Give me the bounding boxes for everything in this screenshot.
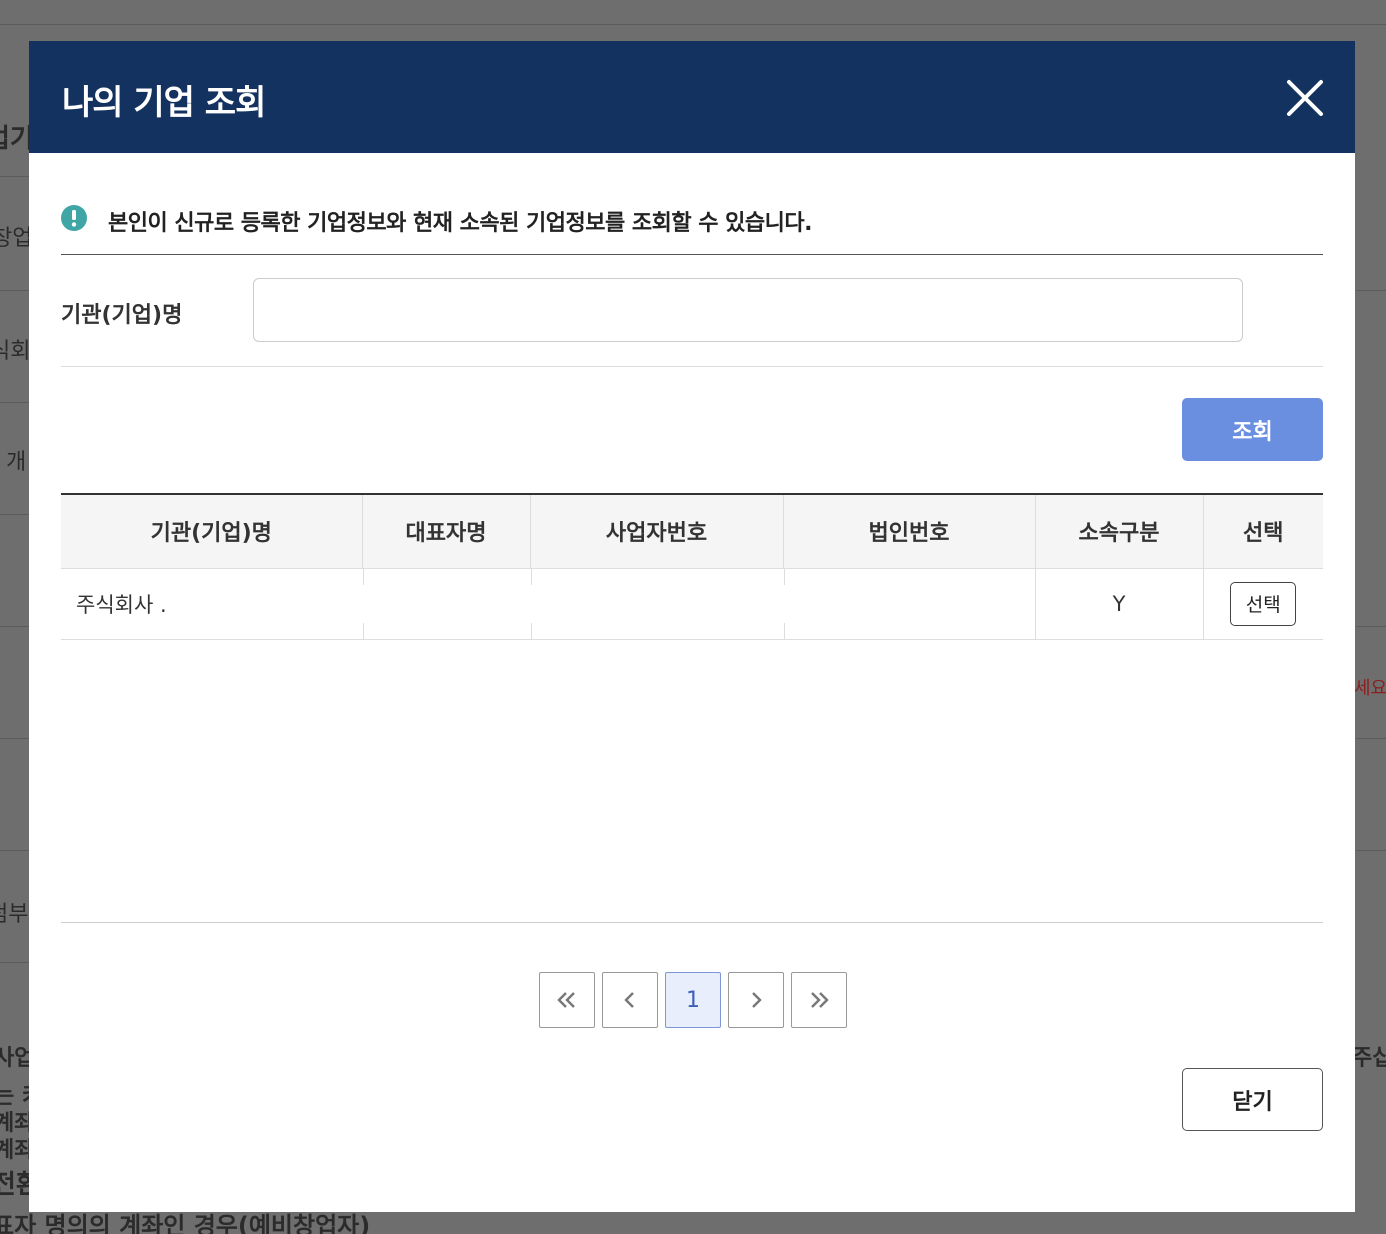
- first-page-icon[interactable]: [539, 972, 595, 1028]
- bg-divider: [1356, 738, 1386, 739]
- bg-divider: [1356, 850, 1386, 851]
- search-row: 기관(기업)명: [61, 255, 1323, 367]
- bg-divider: [0, 176, 30, 177]
- page-number-button[interactable]: 1: [665, 972, 721, 1028]
- cell-affiliation: Y: [1034, 568, 1203, 640]
- bg-divider: [0, 626, 30, 627]
- bg-divider: [0, 962, 30, 963]
- bg-text: 개: [6, 450, 27, 475]
- cell-company-name: 주식회사 .: [61, 568, 362, 640]
- bg-divider: [0, 290, 30, 291]
- pagination: 1: [539, 972, 847, 1028]
- company-table: 기관(기업)명 대표자명 사업자번호 법인번호 소속구분 선택 주식회사 . Y…: [61, 493, 1323, 640]
- bg-divider: [0, 850, 30, 851]
- bg-divider: [0, 402, 30, 403]
- col-header-select: 선택: [1202, 493, 1323, 569]
- close-icon[interactable]: [1285, 78, 1325, 118]
- notice-text: 본인이 신규로 등록한 기업정보와 현재 소속된 기업정보를 조회할 수 있습니…: [108, 211, 812, 236]
- col-header-corp-number: 법인번호: [782, 493, 1035, 569]
- col-header-ceo: 대표자명: [361, 493, 530, 569]
- cell-biz-number: [530, 568, 783, 640]
- last-page-icon[interactable]: [791, 972, 847, 1028]
- company-lookup-modal: 나의 기업 조회 본인이 신규로 등록한 기업정보와 현재 소속된 기업정보를 …: [29, 41, 1355, 1212]
- bg-text: 식회: [0, 339, 31, 364]
- bg-text: 창업: [0, 226, 33, 251]
- company-name-input[interactable]: [253, 278, 1243, 342]
- notice-bar: 본인이 신규로 등록한 기업정보와 현재 소속된 기업정보를 조회할 수 있습니…: [61, 203, 1323, 255]
- modal-header: 나의 기업 조회: [29, 41, 1355, 153]
- next-page-icon[interactable]: [728, 972, 784, 1028]
- bg-divider: [0, 514, 30, 515]
- table-row: 주식회사 . Y 선택: [61, 568, 1323, 640]
- cell-corp-number: [783, 568, 1035, 640]
- col-header-affiliation: 소속구분: [1034, 493, 1203, 569]
- bg-text: 주십: [1352, 1046, 1386, 1071]
- bg-divider: [1356, 290, 1386, 291]
- select-button[interactable]: 선택: [1230, 581, 1297, 626]
- modal-title: 나의 기업 조회: [62, 83, 266, 123]
- bg-divider: [0, 24, 1386, 25]
- list-bottom-divider: [61, 922, 1323, 923]
- cell-select: 선택: [1202, 568, 1323, 640]
- query-button[interactable]: 조회: [1182, 398, 1323, 461]
- search-label: 기관(기업)명: [61, 303, 183, 328]
- exclamation-icon: [61, 205, 87, 231]
- close-button[interactable]: 닫기: [1182, 1068, 1323, 1131]
- table-header-row: 기관(기업)명 대표자명 사업자번호 법인번호 소속구분 선택: [61, 493, 1323, 569]
- cell-ceo: [362, 568, 530, 640]
- col-header-company-name: 기관(기업)명: [61, 493, 362, 569]
- prev-page-icon[interactable]: [602, 972, 658, 1028]
- col-header-biz-number: 사업자번호: [529, 493, 783, 569]
- bg-divider: [1356, 626, 1386, 627]
- bg-text: 첨부: [0, 902, 29, 927]
- bg-text: 세요: [1354, 678, 1386, 699]
- bg-divider: [0, 738, 30, 739]
